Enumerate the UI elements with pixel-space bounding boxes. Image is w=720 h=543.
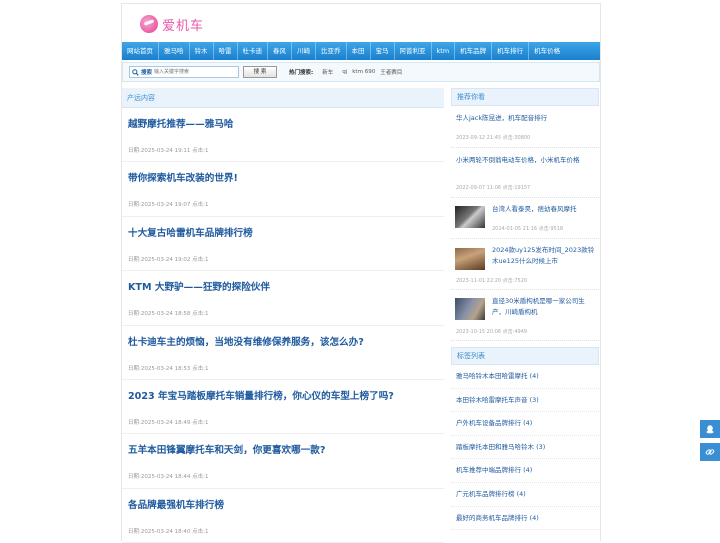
list-item: 带你探索机车改装的世界! 日期:2025-03-24 19:07 点击:1 — [122, 162, 444, 217]
tag-item[interactable]: 机车推荐中端品牌排行 (4) — [451, 459, 599, 483]
recommend-heading: 推荐你看 — [451, 88, 599, 106]
recommend-thumbnail[interactable] — [455, 206, 485, 228]
logo-text: 爱机车 — [162, 18, 205, 34]
main-section-heading: 产远内容 — [122, 88, 444, 108]
article-title[interactable]: 十大复古哈雷机车品牌排行榜 — [128, 225, 253, 239]
article-list: 越野摩托推荐——雅马哈 日期:2025-03-24 19:11 点击:1 带你探… — [122, 108, 444, 543]
article-title[interactable]: 带你探索机车改装的世界! — [128, 170, 238, 184]
recommend-meta: 2022-09-07 11:06 点击:19157 — [456, 185, 531, 191]
tag-item[interactable]: 户外机车设备品牌排行 (4) — [451, 412, 599, 436]
list-item: 各品牌最强机车排行榜 日期:2025-03-24 18:40 点击:1 — [122, 489, 444, 543]
search-input[interactable] — [152, 68, 227, 76]
nav-item-brands[interactable]: 机车品牌 — [455, 42, 493, 60]
list-item: 越野摩托推荐——雅马哈 日期:2025-03-24 19:11 点击:1 — [122, 108, 444, 163]
share-link-button[interactable] — [700, 443, 720, 461]
article-title[interactable]: 越野摩托推荐——雅马哈 — [128, 116, 234, 130]
recommend-title[interactable]: 2024款uy125发布时间_2023款铃木ue125什么时候上市 — [492, 245, 596, 267]
list-item: 2023 年宝马踏板摩托车销量排行榜，你心仪的车型上榜了吗? 日期:2025-0… — [122, 380, 444, 435]
search-bar: 搜索 搜 索 热门搜索: 新车 qj ktm 690 王者赛目 — [122, 62, 600, 82]
nav-item-ranking[interactable]: 机车排行 — [492, 42, 530, 60]
article-meta: 日期:2025-03-24 19:07 点击:1 — [128, 202, 209, 209]
nav-item-bmw[interactable]: 宝马 — [371, 42, 395, 60]
recommend-meta: 2023-10-15 20:06 点击:4949 — [456, 329, 528, 335]
article-meta: 日期:2025-03-24 18:49 点击:1 — [128, 419, 209, 426]
tag-item[interactable]: 本田铃木哈雷摩托车声音 (3) — [451, 389, 599, 413]
search-box: 搜索 — [129, 66, 239, 78]
nav-item-prices[interactable]: 机车价格 — [529, 42, 565, 60]
hot-search-link[interactable]: 新车 — [322, 68, 333, 76]
hot-search-link[interactable]: ktm 690 — [352, 69, 375, 75]
recommend-meta: 2024-01-05 21:16 点击:9518 — [492, 226, 564, 232]
hot-search-label: 热门搜索: — [289, 70, 314, 76]
recommend-item: 小米两轮不倒翁电动车价格，小米机车价格 2022-09-07 11:06 点击:… — [451, 148, 599, 198]
list-item: KTM 大野驴——狂野的探险伙伴 日期:2025-03-24 18:58 点击:… — [122, 271, 444, 326]
hot-search-link[interactable]: 王者赛目 — [380, 68, 402, 76]
recommend-title[interactable]: 台湾人看泰昊，痞幼春风摩托 — [492, 204, 596, 215]
list-item: 十大复古哈雷机车品牌排行榜 日期:2025-03-24 19:02 点击:1 — [122, 217, 444, 272]
article-title[interactable]: 杜卡迪车主的烦恼，当地没有维修保养服务，该怎么办? — [128, 334, 364, 348]
tag-item[interactable]: 广元机车品牌排行榜 (4) — [451, 483, 599, 507]
main-nav: 网站首页 雅马哈 铃木 哈雷 杜卡迪 春风 川崎 比亚乔 本田 宝马 阿普利亚 … — [122, 42, 600, 60]
article-meta: 日期:2025-03-24 18:53 点击:1 — [128, 365, 209, 372]
tag-item[interactable]: 最好的商务机车品牌排行 (4) — [451, 507, 599, 531]
article-title[interactable]: KTM 大野驴——狂野的探险伙伴 — [128, 279, 270, 293]
recommend-meta: 2023-09-12 21:45 点击:30800 — [456, 135, 531, 141]
qq-icon — [706, 425, 714, 434]
article-title[interactable]: 2023 年宝马踏板摩托车销量排行榜，你心仪的车型上榜了吗? — [128, 388, 394, 402]
logo-icon — [140, 15, 158, 33]
hot-search-link[interactable]: qj — [342, 69, 347, 75]
nav-item-kawasaki[interactable]: 川崎 — [292, 42, 316, 60]
recommend-item: 直径30米盾构机是哪一家公司生产，川崎盾构机 2023-10-15 20:06 … — [451, 290, 599, 341]
article-meta: 日期:2025-03-24 18:58 点击:1 — [128, 311, 209, 318]
recommend-title[interactable]: 直径30米盾构机是哪一家公司生产，川崎盾构机 — [492, 296, 596, 318]
nav-item-home[interactable]: 网站首页 — [122, 42, 159, 60]
article-title[interactable]: 各品牌最强机车排行榜 — [128, 497, 224, 511]
recommend-item: 2024款uy125发布时间_2023款铃木ue125什么时候上市 2023-1… — [451, 239, 599, 290]
nav-item-cfmoto[interactable]: 春风 — [268, 42, 292, 60]
site-logo[interactable]: 爱机车 — [140, 12, 204, 36]
recommend-item: 华人jack陈昆进，机车配音排行 2023-09-12 21:45 点击:308… — [451, 106, 599, 148]
recommend-thumbnail[interactable] — [455, 298, 485, 320]
nav-item-harley[interactable]: 哈雷 — [214, 42, 238, 60]
search-icon — [132, 68, 139, 76]
page-container: 爱机车 网站首页 雅马哈 铃木 哈雷 杜卡迪 春风 川崎 比亚乔 本田 宝马 阿… — [121, 3, 601, 543]
recommend-meta: 2023-11-01 22:20 点击:7520 — [456, 278, 528, 284]
tag-item[interactable]: 踏板摩托本田和雅马哈铃木 (3) — [451, 436, 599, 460]
nav-item-ktm[interactable]: ktm — [432, 42, 456, 60]
tags-heading: 标签列表 — [451, 347, 599, 365]
link-icon — [705, 449, 715, 455]
nav-item-yamaha[interactable]: 雅马哈 — [159, 42, 190, 60]
search-button[interactable]: 搜 索 — [243, 66, 277, 78]
recommend-title[interactable]: 小米两轮不倒翁电动车价格，小米机车价格 — [456, 155, 596, 166]
article-title[interactable]: 五羊本田锋翼摩托车和天剑，你更喜欢哪一款? — [128, 442, 325, 456]
nav-item-aprilia[interactable]: 阿普利亚 — [395, 42, 432, 60]
article-meta: 日期:2025-03-24 18:40 点击:1 — [128, 528, 209, 535]
article-meta: 日期:2025-03-24 18:44 点击:1 — [128, 474, 209, 481]
qq-contact-button[interactable] — [700, 420, 720, 438]
tag-item[interactable]: 雅马哈铃木本田哈雷摩托 (4) — [451, 365, 599, 389]
search-label: 搜索 — [141, 70, 153, 76]
recommend-item: 台湾人看泰昊，痞幼春风摩托 2024-01-05 21:16 点击:9518 — [451, 198, 599, 239]
nav-item-honda[interactable]: 本田 — [347, 42, 371, 60]
recommend-title[interactable]: 华人jack陈昆进，机车配音排行 — [456, 113, 594, 124]
recommend-thumbnail[interactable] — [455, 248, 485, 270]
list-item: 五羊本田锋翼摩托车和天剑，你更喜欢哪一款? 日期:2025-03-24 18:4… — [122, 434, 444, 489]
list-item: 杜卡迪车主的烦恼，当地没有维修保养服务，该怎么办? 日期:2025-03-24 … — [122, 326, 444, 380]
sidebar: 推荐你看 华人jack陈昆进，机车配音排行 2023-09-12 21:45 点… — [451, 88, 599, 531]
article-meta: 日期:2025-03-24 19:11 点击:1 — [128, 148, 209, 154]
article-meta: 日期:2025-03-24 19:02 点击:1 — [128, 256, 209, 263]
nav-item-piaggio[interactable]: 比亚乔 — [316, 42, 347, 60]
nav-item-ducati[interactable]: 杜卡迪 — [238, 42, 268, 60]
nav-item-suzuki[interactable]: 铃木 — [190, 42, 214, 60]
